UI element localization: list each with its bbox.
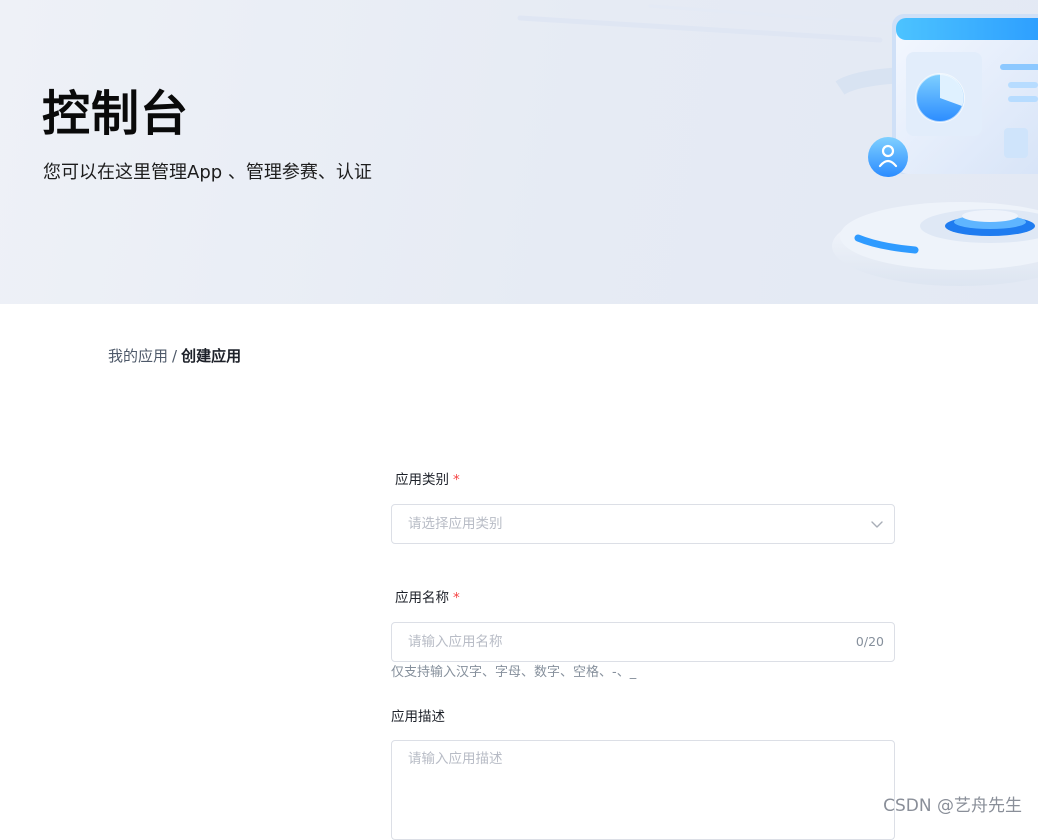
app-description-textarea[interactable]: 请输入应用描述 <box>391 740 895 840</box>
watermark: CSDN @艺舟先生 <box>883 796 1022 816</box>
dashboard-illustration <box>517 4 1038 286</box>
breadcrumb: 我的应用 / 创建应用 <box>108 345 241 367</box>
app-name-hint: 仅支持输入汉字、字母、数字、空格、-、_ <box>391 665 637 680</box>
category-select[interactable]: 请选择应用类别 <box>391 504 895 544</box>
breadcrumb-separator: / <box>172 347 178 365</box>
page-banner: 控制台 您可以在这里管理App 、管理参赛、认证 <box>0 0 1038 304</box>
app-description-placeholder: 请输入应用描述 <box>408 751 503 767</box>
page-subtitle: 您可以在这里管理App 、管理参赛、认证 <box>43 162 372 183</box>
category-label-text: 应用类别 <box>395 472 449 488</box>
category-label: 应用类别 * <box>395 470 460 490</box>
category-select-placeholder: 请选择应用类别 <box>408 516 503 532</box>
char-counter: 0/20 <box>855 634 884 649</box>
app-name-input[interactable]: 请输入应用名称 0/20 <box>391 622 895 662</box>
required-mark: * <box>453 590 460 606</box>
required-mark: * <box>453 472 460 488</box>
description-label: 应用描述 <box>391 709 445 725</box>
page-title: 控制台 <box>42 86 190 142</box>
chevron-down-icon <box>871 521 883 528</box>
name-label: 应用名称 * <box>395 588 460 608</box>
breadcrumb-my-apps-link[interactable]: 我的应用 <box>108 347 168 365</box>
breadcrumb-current: 创建应用 <box>181 347 242 365</box>
name-label-text: 应用名称 <box>395 590 449 606</box>
app-name-placeholder: 请输入应用名称 <box>408 634 503 650</box>
